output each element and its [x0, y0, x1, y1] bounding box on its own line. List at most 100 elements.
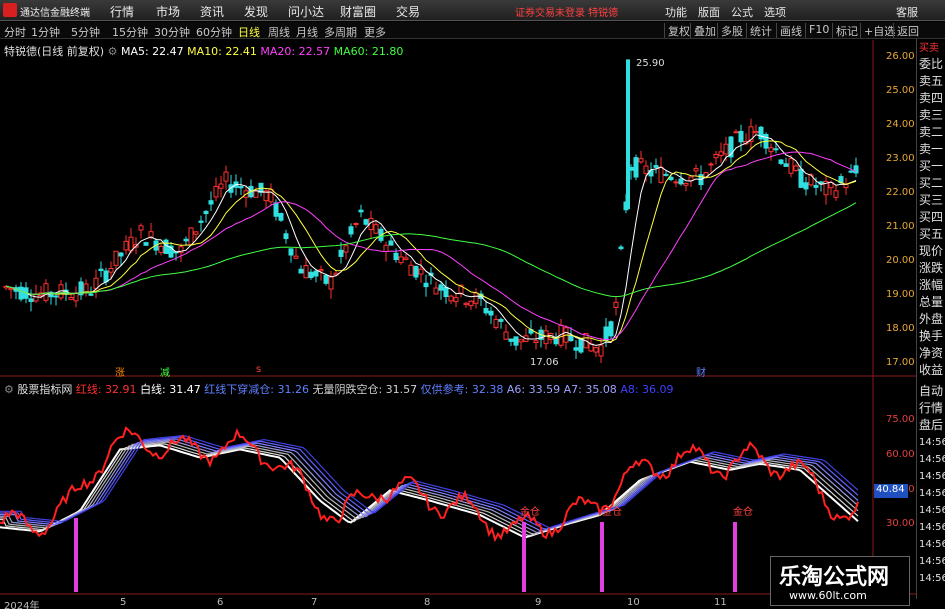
event-marker[interactable]: s [256, 364, 261, 375]
settings-icon[interactable]: ⚙ [108, 45, 121, 58]
candle-body [478, 293, 484, 299]
candle-body [413, 265, 419, 278]
indicator-axis-label: 60.00 [886, 449, 915, 460]
panel-header: 买卖 [919, 43, 939, 54]
menu-ask[interactable]: 问小达 [288, 3, 324, 20]
period-tab[interactable]: 5分钟 [71, 24, 100, 40]
stock-name[interactable]: 特锐德(日线 前复权) [4, 45, 104, 58]
chart-canvas[interactable] [0, 0, 945, 609]
candle-body [253, 190, 259, 198]
menu-function[interactable]: 功能 [665, 4, 687, 20]
period-tab-more[interactable]: 更多 [364, 24, 386, 40]
indicator-value: 无量阴跌空仓: 31.57 [312, 383, 418, 396]
mark-button[interactable]: 标记 [832, 23, 858, 38]
settings-icon[interactable]: ⚙ [4, 383, 17, 396]
candle-body [498, 319, 504, 322]
candle-body [848, 170, 854, 173]
quote-field-label: 换手 [919, 329, 944, 343]
candle-body [293, 255, 299, 259]
panel-tab[interactable]: 自动 [919, 384, 943, 399]
candle-body [378, 228, 384, 241]
panel-tab[interactable]: 盘后 [919, 418, 943, 433]
event-marker[interactable]: 减 [160, 364, 170, 379]
candle-body [193, 231, 199, 235]
buy-signal-bar [522, 522, 526, 592]
period-tab[interactable]: 1分钟 [31, 24, 60, 40]
candle-body [88, 293, 94, 296]
candle-body [748, 126, 754, 143]
menu-trade[interactable]: 交易 [396, 3, 420, 20]
draw-button[interactable]: 画线 [776, 23, 802, 38]
quote-side-panel: 买卖 委比 卖五 卖四 卖三 卖二 卖一 买一 买二 买三 买四 买五 现价 涨跌 涨幅 总量 外盘 换手 净资收… [916, 39, 945, 599]
period-tab[interactable]: 60分钟 [196, 24, 232, 40]
menu-formula[interactable]: 公式 [731, 4, 753, 20]
candle-body [93, 277, 99, 289]
candle-body [43, 283, 49, 301]
candle-body [263, 190, 269, 202]
candle-body [313, 270, 319, 277]
period-tab[interactable]: 多周期 [324, 24, 357, 40]
watermark-url: www.60lt.com [789, 589, 867, 602]
candle-body [138, 225, 144, 231]
trade-time: 14:56 [919, 556, 945, 567]
candle-body [628, 166, 634, 171]
indicator-value: 红线: 32.91 [75, 383, 137, 396]
candle-body [373, 224, 379, 234]
candle-body [318, 269, 324, 272]
candle-body [678, 178, 684, 185]
buy-signal-label: 金仓 [733, 507, 753, 518]
menu-service[interactable]: 客服 [896, 4, 918, 20]
candle-body [838, 176, 844, 184]
period-tab[interactable]: 月线 [296, 24, 318, 40]
menu-market[interactable]: 市场 [156, 3, 180, 20]
menu-news[interactable]: 资讯 [200, 3, 224, 20]
quote-field-label: 外盘 [919, 312, 944, 326]
indicator-value: A8: 36.09 [620, 383, 674, 396]
price-axis-label: 26.00 [886, 51, 915, 62]
menu-quotes[interactable]: 行情 [110, 3, 134, 20]
menu-fortune[interactable]: 财富圈 [340, 3, 376, 20]
indicator-band [0, 444, 859, 539]
overlay-button[interactable]: 叠加 [690, 23, 716, 38]
panel-tab[interactable]: 行情 [919, 401, 943, 416]
candle-body [423, 282, 429, 288]
candle-body [828, 182, 834, 189]
menu-discover[interactable]: 发现 [244, 3, 268, 20]
period-tab[interactable]: 周线 [268, 24, 290, 40]
quote-field-label: 买二 [919, 176, 944, 190]
back-button[interactable]: 返回 [893, 23, 919, 38]
candle-body [148, 231, 154, 239]
period-tab[interactable]: 30分钟 [154, 24, 190, 40]
candle-body [658, 166, 664, 183]
indicator-value: 红线下穿减仓: 31.26 [204, 383, 309, 396]
login-notice[interactable]: 证券交易未登录 特锐德 [515, 4, 618, 19]
f10-button[interactable]: F10 [805, 23, 829, 38]
stats-button[interactable]: 统计 [746, 23, 772, 38]
indicator-value: A7: 35.08 [563, 383, 617, 396]
period-tab[interactable]: 15分钟 [112, 24, 148, 40]
event-marker[interactable]: 财 [696, 364, 706, 379]
menu-layout[interactable]: 版面 [698, 4, 720, 20]
candle-body [738, 130, 744, 143]
menu-options[interactable]: 选项 [764, 4, 786, 20]
candle-body [383, 244, 389, 252]
quote-field-label: 卖五 [919, 74, 944, 88]
candle-body [158, 245, 164, 253]
indicator-name[interactable]: 股票指标网 [17, 383, 72, 396]
candle-body [428, 272, 434, 276]
period-tab-active[interactable]: 日线 [238, 24, 260, 40]
buy-signal-bar [733, 522, 737, 592]
trade-time: 14:56 [919, 437, 945, 448]
buy-signal-bar [74, 518, 78, 592]
candle-body [153, 240, 159, 251]
event-marker[interactable]: 涨 [115, 364, 125, 379]
add-watchlist-button[interactable]: +自选 [860, 23, 895, 38]
period-tab[interactable]: 分时 [4, 24, 26, 40]
candle-body [348, 226, 354, 235]
adjust-button[interactable]: 复权 [664, 23, 690, 38]
candle-body [418, 268, 424, 275]
quote-field-label: 卖二 [919, 125, 944, 139]
trade-time: 14:56 [919, 505, 945, 516]
multi-stock-button[interactable]: 多股 [717, 23, 743, 38]
candle-body [393, 252, 399, 261]
